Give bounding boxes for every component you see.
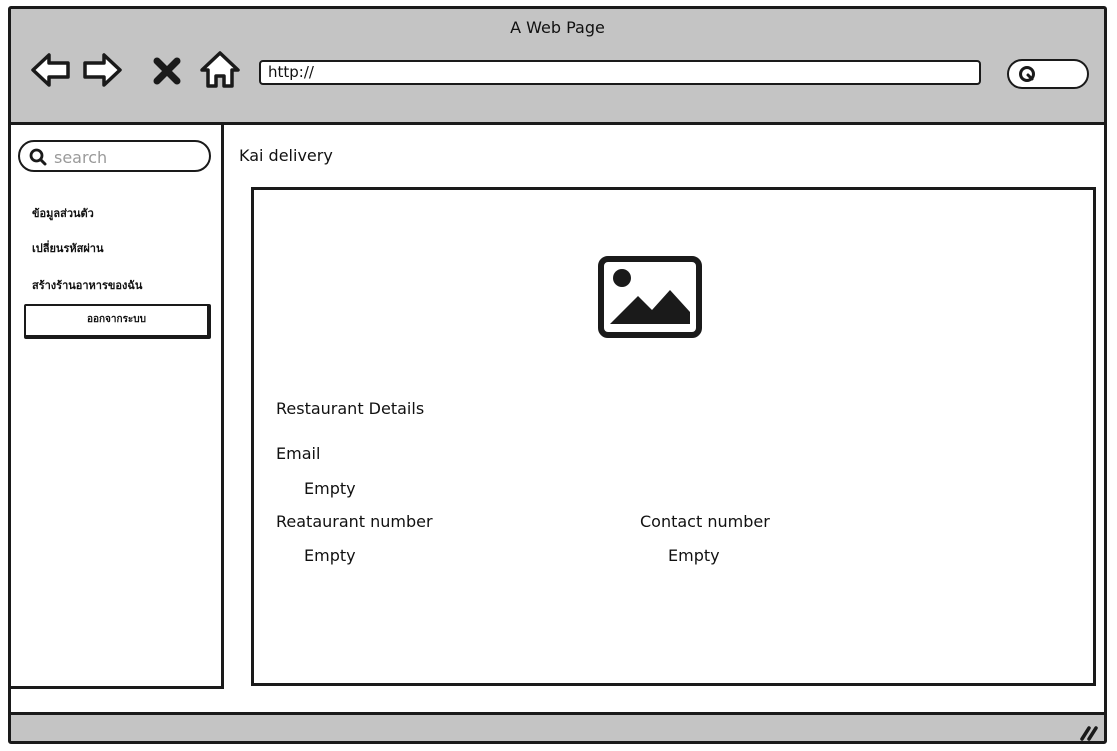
- status-bar: [11, 712, 1104, 741]
- restaurant-number-label: Reataurant number: [276, 512, 433, 531]
- forward-arrow-icon: [83, 53, 122, 87]
- search-input[interactable]: [52, 144, 206, 170]
- logout-button[interactable]: ออกจากระบบ: [24, 304, 211, 339]
- home-button[interactable]: [199, 49, 241, 91]
- sidebar-item-personal-info[interactable]: ข้อมูลส่วนตัว: [32, 204, 94, 222]
- image-placeholder-icon: [598, 256, 702, 338]
- browser-toolbar: A Web Page http://: [11, 9, 1104, 125]
- home-icon: [200, 51, 240, 88]
- browser-search-button[interactable]: [1007, 59, 1089, 89]
- back-button[interactable]: [30, 49, 72, 91]
- window-title: A Web Page: [510, 18, 605, 37]
- sidebar-item-change-password[interactable]: เปลี่ยนรหัสผ่าน: [32, 239, 103, 257]
- email-label: Email: [276, 444, 321, 463]
- page-title: Kai delivery: [239, 146, 333, 165]
- restaurant-details-panel: Restaurant Details Email Empty Reatauran…: [251, 187, 1096, 686]
- restaurant-number-value: Empty: [304, 546, 356, 565]
- search-icon: [1019, 66, 1035, 82]
- restaurant-image: [598, 256, 702, 342]
- section-heading: Restaurant Details: [276, 399, 425, 418]
- sidebar: ข้อมูลส่วนตัว เปลี่ยนรหัสผ่าน สร้างร้านอ…: [11, 125, 224, 689]
- sidebar-search-box[interactable]: [18, 140, 211, 172]
- contact-number-value: Empty: [668, 546, 720, 565]
- resize-grip-icon[interactable]: [1078, 725, 1098, 741]
- close-icon: [153, 57, 181, 85]
- stop-button[interactable]: [150, 54, 184, 88]
- browser-window: A Web Page http:// search ข้อมูลส่วนตัว …: [8, 6, 1107, 744]
- back-arrow-icon: [31, 53, 70, 87]
- forward-button[interactable]: [81, 49, 123, 91]
- contact-number-label: Contact number: [640, 512, 770, 531]
- email-value: Empty: [304, 479, 356, 498]
- search-icon: [29, 148, 47, 166]
- sidebar-item-create-restaurant[interactable]: สร้างร้านอาหารของฉัน: [32, 276, 142, 294]
- address-bar[interactable]: http://: [259, 60, 981, 85]
